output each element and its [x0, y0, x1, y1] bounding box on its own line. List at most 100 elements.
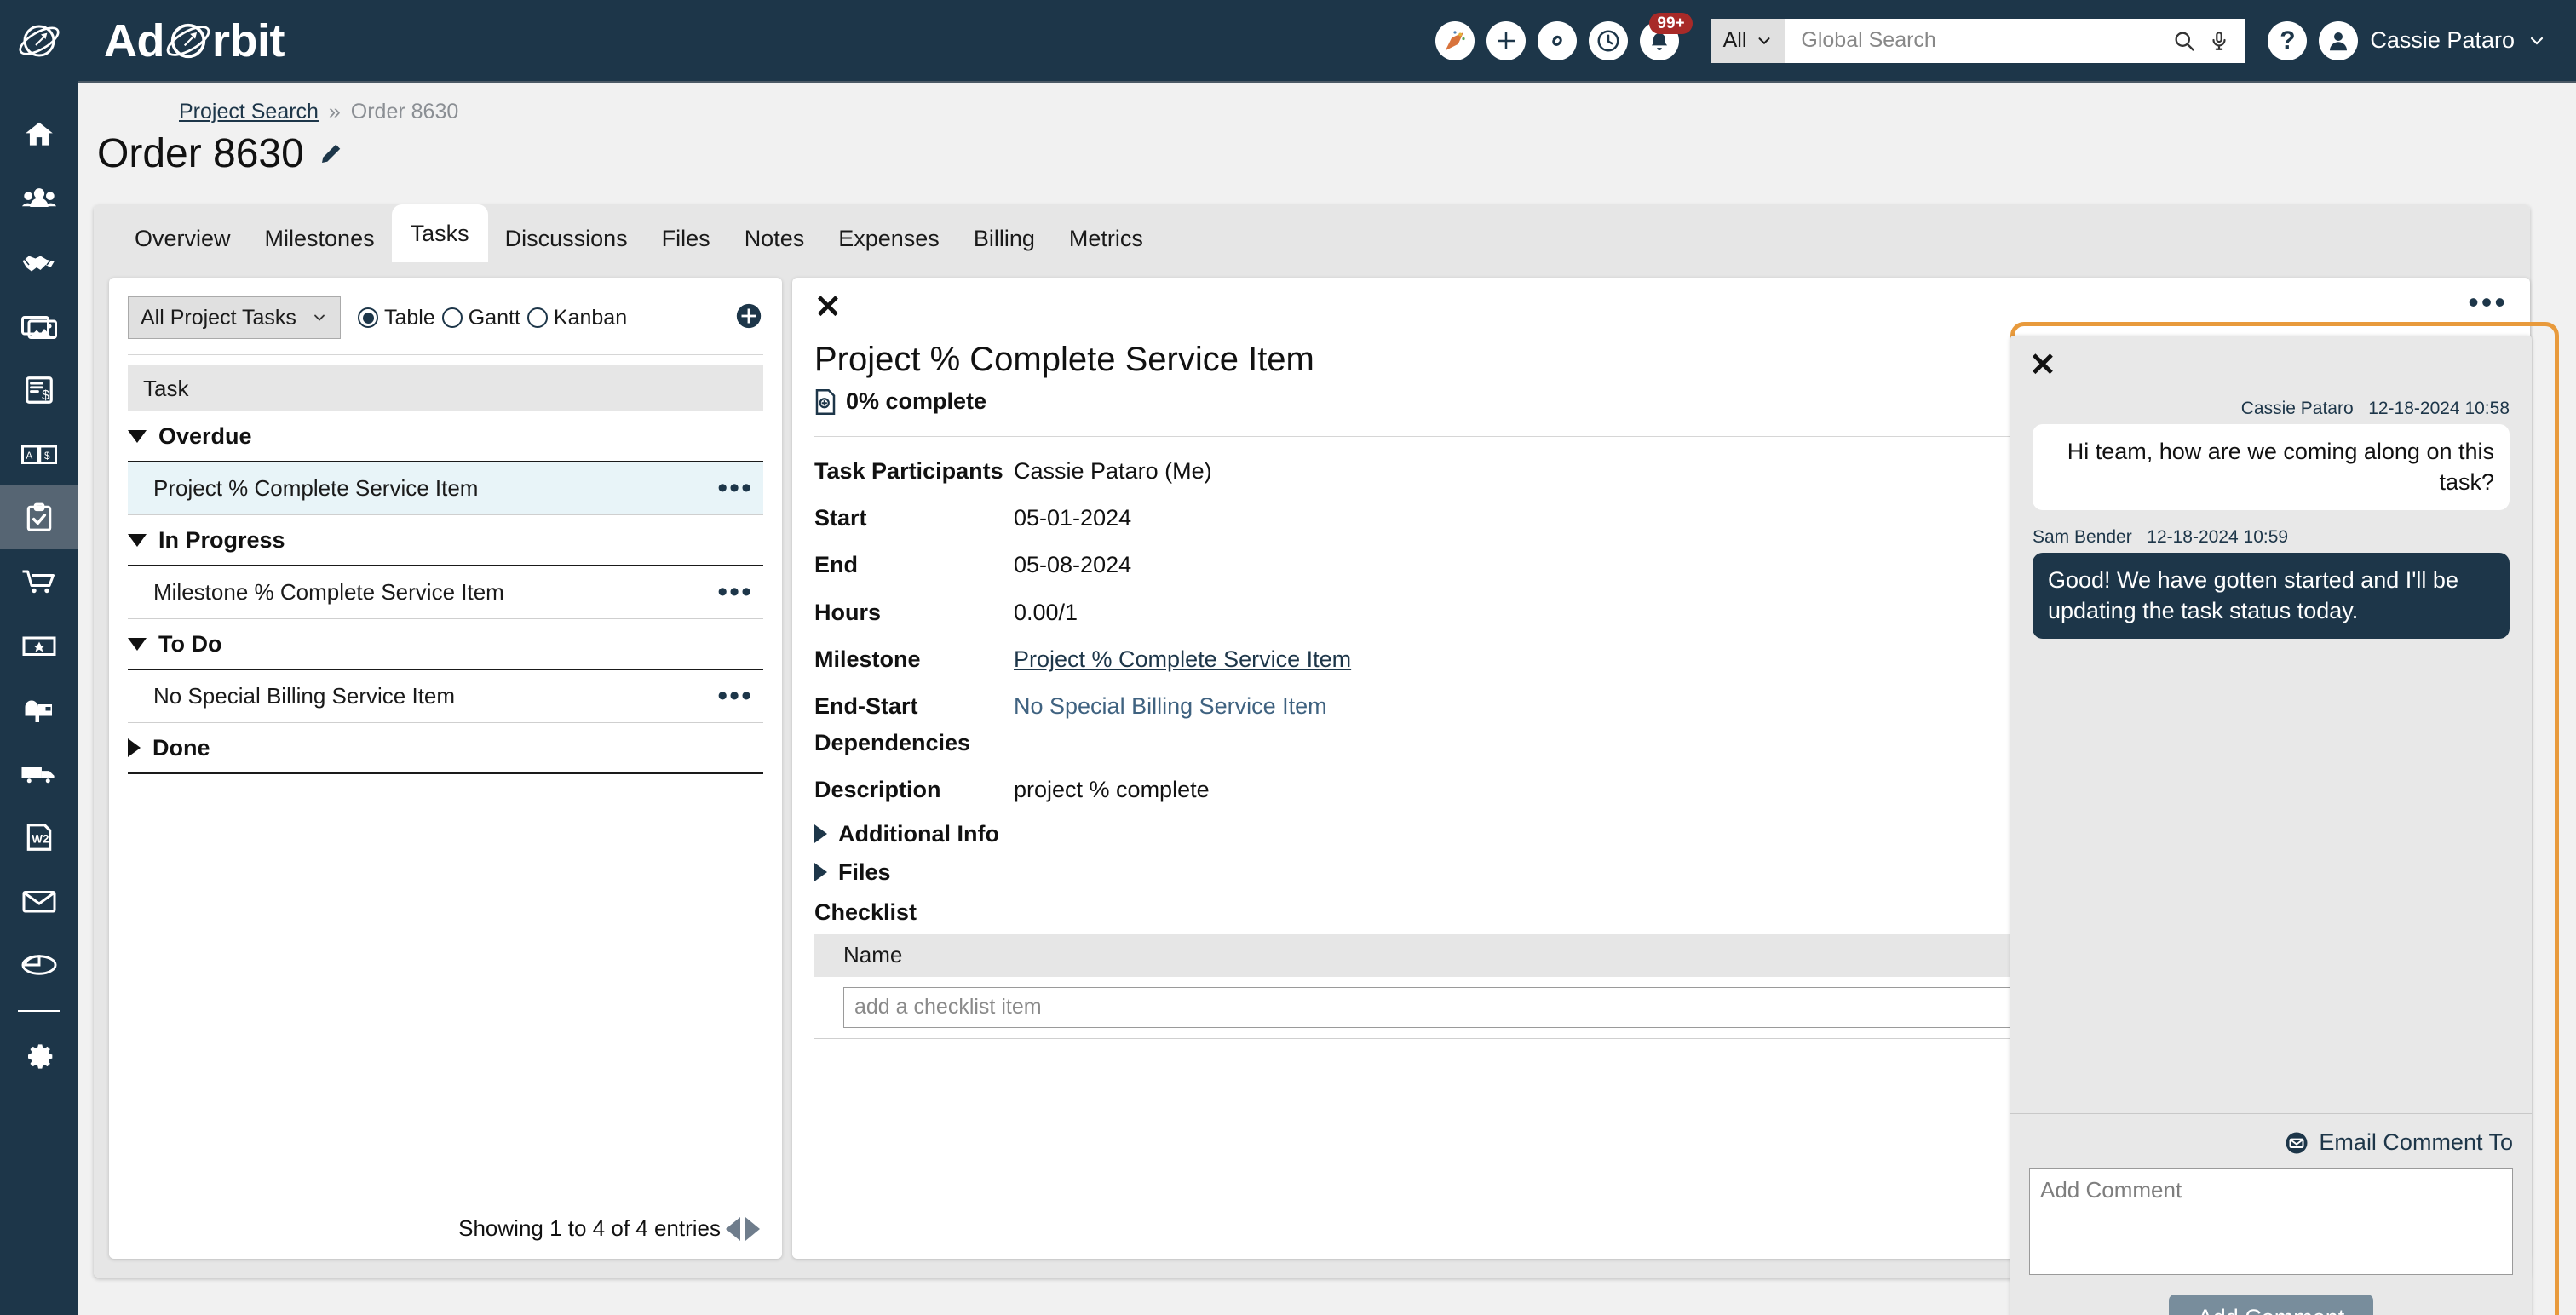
radio-label-table: Table [384, 305, 435, 330]
tab-notes[interactable]: Notes [727, 215, 822, 262]
tab-expenses[interactable]: Expenses [821, 215, 957, 262]
sidebar-item-email[interactable] [0, 869, 78, 933]
breadcrumb: Project Search » Order 8630 [179, 100, 458, 124]
tab-discussions[interactable]: Discussions [488, 215, 645, 262]
avatar[interactable] [2319, 20, 2359, 60]
chevron-right-icon [128, 738, 141, 757]
task-row[interactable]: Milestone % Complete Service Item ••• [128, 566, 763, 619]
radio-view-table[interactable]: Table [358, 306, 435, 330]
sidebar-item-events[interactable] [0, 613, 78, 677]
task-group-overdue[interactable]: Overdue [128, 411, 763, 462]
radio-dot [526, 307, 548, 328]
brand-text-post: rbit [211, 14, 285, 66]
comment-timestamp: 12-18-2024 10:58 [2368, 399, 2510, 418]
collapser-label: Additional Info [838, 820, 999, 847]
task-row-menu-icon[interactable]: ••• [717, 577, 753, 606]
chevron-down-icon[interactable] [2527, 31, 2547, 51]
field-value: 05-01-2024 [1014, 505, 1132, 531]
user-menu[interactable]: ? Cassie Pataro [2268, 20, 2547, 60]
close-comments-icon[interactable]: ✕ [2029, 349, 2056, 382]
milestone-link[interactable]: Project % Complete Service Item [1014, 641, 1351, 678]
gear-icon [28, 1043, 53, 1069]
dependency-link[interactable]: No Special Billing Service Item [1014, 688, 1327, 725]
tab-milestones[interactable]: Milestones [248, 215, 392, 262]
breadcrumb-root-link[interactable]: Project Search [179, 100, 319, 123]
sidebar-item-reports[interactable] [0, 933, 78, 996]
search-scope-dropdown[interactable]: All [1711, 18, 1786, 63]
task-completion-status: 0% complete [814, 388, 986, 415]
search-input[interactable] [1801, 28, 2166, 53]
home-icon [26, 122, 53, 146]
svg-text:$: $ [42, 388, 49, 403]
notifications-bell-icon[interactable]: 99+ [1639, 12, 1693, 60]
search-tools [2172, 29, 2230, 53]
add-comment-button[interactable]: Add Comment [2168, 1295, 2374, 1315]
field-label: Description [814, 777, 941, 803]
orbit-logo-icon [19, 25, 60, 56]
sidebar-item-deals[interactable] [0, 230, 78, 294]
comment-timestamp: 12-18-2024 10:59 [2147, 526, 2289, 547]
image-stack-icon [21, 315, 57, 339]
tab-files[interactable]: Files [645, 215, 727, 262]
task-row-menu-icon[interactable]: ••• [717, 474, 753, 502]
svg-text:A: A [26, 450, 32, 462]
add-plus-icon[interactable] [1486, 20, 1526, 60]
field-label: Task Participants [814, 458, 1003, 484]
page-title-text: Order 8630 [97, 131, 304, 176]
chevron-down-icon [314, 314, 325, 321]
task-group-in-progress[interactable]: In Progress [128, 515, 763, 566]
w2-form-icon: W2 [26, 823, 52, 851]
comment-text: Good! We have gotten started and I'll be… [2033, 552, 2510, 639]
task-group-label: Done [152, 734, 210, 761]
help-question-icon[interactable]: ? [2268, 20, 2308, 60]
task-row[interactable]: No Special Billing Service Item ••• [128, 670, 763, 723]
microphone-icon[interactable] [2208, 30, 2230, 52]
task-group-done[interactable]: Done [128, 723, 763, 774]
sidebar-item-contacts[interactable] [0, 166, 78, 230]
sidebar-item-tax-forms[interactable]: W2 [0, 805, 78, 869]
sidebar-item-home[interactable] [0, 102, 78, 166]
notification-count-badge: 99+ [1649, 12, 1693, 34]
edit-pencil-icon[interactable] [318, 141, 343, 167]
add-task-button[interactable] [734, 301, 763, 335]
chevron-down-icon [128, 429, 147, 443]
task-row-menu-icon[interactable]: ••• [717, 681, 753, 709]
chevron-down-icon [128, 637, 147, 651]
comment-textarea[interactable] [2029, 1168, 2513, 1275]
task-row[interactable]: Project % Complete Service Item ••• [128, 462, 763, 515]
task-list-panel: All Project Tasks Table Gantt Kanban Tas… [109, 278, 782, 1259]
close-detail-icon[interactable]: ✕ [814, 291, 842, 324]
user-name-label: Cassie Pataro [2370, 27, 2515, 53]
comment-meta: Cassie Pataro 12-18-2024 10:58 [2033, 399, 2510, 419]
app-logo[interactable] [0, 0, 78, 83]
sidebar-item-invoices[interactable]: $ [0, 358, 78, 422]
sidebar-item-ap-ar[interactable]: A $ [0, 422, 78, 485]
email-comment-to-link[interactable]: Email Comment To [2029, 1129, 2513, 1156]
top-navigation-bar: Ad rbit 99+ All Global Search ? Cassie P… [0, 0, 2576, 83]
sidebar-item-orders[interactable] [0, 549, 78, 613]
link-chain-icon[interactable] [1537, 20, 1577, 60]
task-column-header: Task [128, 365, 763, 411]
sidebar-item-media[interactable] [0, 294, 78, 358]
radio-view-gantt[interactable]: Gantt [441, 306, 520, 330]
global-search: All [1711, 18, 2246, 63]
field-value: 05-08-2024 [1014, 552, 1132, 578]
sidebar-item-projects[interactable] [0, 485, 78, 549]
sidebar-item-mailbox[interactable] [0, 677, 78, 741]
search-icon[interactable] [2172, 29, 2196, 53]
detail-more-menu-icon[interactable]: ••• [2468, 286, 2508, 318]
tab-billing[interactable]: Billing [957, 215, 1052, 262]
tab-tasks[interactable]: Tasks [391, 204, 488, 262]
history-clock-icon[interactable] [1588, 20, 1628, 60]
delivery-truck-icon [21, 767, 55, 784]
previous-page-icon[interactable] [726, 1216, 740, 1241]
announcements-megaphone-icon[interactable] [1435, 20, 1475, 60]
sidebar-item-shipping[interactable] [0, 741, 78, 805]
sidebar-item-settings[interactable] [0, 1020, 78, 1084]
task-group-to-do[interactable]: To Do [128, 619, 763, 670]
next-page-icon[interactable] [745, 1216, 760, 1241]
task-filter-dropdown[interactable]: All Project Tasks [128, 296, 341, 339]
radio-view-kanban[interactable]: Kanban [526, 306, 627, 330]
tab-overview[interactable]: Overview [118, 215, 248, 262]
tab-metrics[interactable]: Metrics [1052, 215, 1160, 262]
